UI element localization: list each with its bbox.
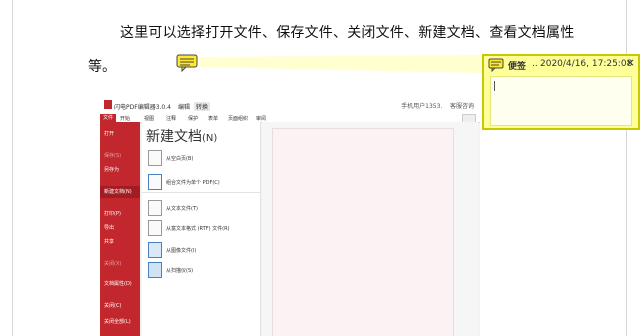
- file-sidebar: 打开 保存(S) 另存为 新建文档(N) 打印(P) 导出 共享 关闭(X) 文…: [100, 122, 140, 336]
- tab-page-organize[interactable]: 页面组织: [228, 115, 248, 122]
- app-logo-icon: [104, 100, 112, 109]
- note-author: 便签: [508, 62, 527, 72]
- sidebar-item-save-as[interactable]: 另存为: [104, 166, 119, 173]
- new-document-title-suffix: (N): [202, 133, 218, 144]
- app-user-area: 手机用户1353. 客服咨询: [401, 101, 474, 110]
- tab-protect[interactable]: 保护: [188, 115, 198, 122]
- new-document-title-text: 新建文档: [146, 129, 202, 145]
- preview-area: [262, 122, 478, 336]
- document-text-line2: 等。: [88, 59, 116, 75]
- user-name[interactable]: 手机用户1353.: [401, 103, 442, 110]
- sidebar-item-share[interactable]: 共享: [104, 238, 114, 245]
- app-title: 闪电PDF编辑器3.0.4: [114, 104, 171, 111]
- support-link[interactable]: 客服咨询: [450, 103, 474, 110]
- blank-page-icon: [148, 150, 162, 166]
- text-file-icon: [148, 200, 162, 216]
- option-from-rtf-label: 从富文本格式 (RTF) 文件(R): [166, 226, 230, 232]
- app-titlebar: 闪电PDF编辑器3.0.4 编辑 转换 手机用户1353. 客服咨询: [100, 96, 480, 114]
- option-from-text-label: 从文本文件(T): [166, 206, 198, 212]
- app-screenshot: 闪电PDF编辑器3.0.4 编辑 转换 手机用户1353. 客服咨询 文件 开始…: [100, 96, 480, 336]
- sidebar-item-properties[interactable]: 文档属性(D): [104, 280, 132, 287]
- note-timestamp: 2020/4/16, 17:25:08: [540, 59, 633, 69]
- new-document-panel: 新建文档(N) 从空白页(B) 组合文件为单个 PDF(C) 从文本文件(T) …: [142, 122, 261, 336]
- sidebar-item-new-document[interactable]: 新建文档(N): [100, 186, 140, 198]
- note-leader: [199, 55, 484, 73]
- sidebar-item-export[interactable]: 导出: [104, 224, 114, 231]
- tab-file[interactable]: 文件: [100, 114, 116, 122]
- image-file-icon: [148, 242, 162, 258]
- preview-page: [272, 128, 454, 336]
- option-from-scanner-label: 从扫描仪(S): [166, 268, 194, 274]
- option-combine-files-label: 组合文件为单个 PDF(C): [166, 180, 220, 186]
- menu-convert[interactable]: 转换: [194, 102, 211, 111]
- note-author-ellipsis: ..: [532, 59, 538, 69]
- close-icon[interactable]: ×: [626, 56, 635, 69]
- sticky-note-popup[interactable]: 便签 .. 2020/4/16, 17:25:08 ×: [482, 54, 640, 130]
- text-caret: [494, 81, 495, 91]
- tab-annotate[interactable]: 注释: [166, 115, 176, 122]
- sidebar-item-open[interactable]: 打开: [104, 130, 114, 137]
- tab-view[interactable]: 视图: [144, 115, 154, 122]
- sidebar-item-close[interactable]: 关闭(C): [104, 302, 121, 309]
- note-header[interactable]: 便签 .. 2020/4/16, 17:25:08 ×: [484, 56, 638, 74]
- sidebar-item-save[interactable]: 保存(S): [104, 152, 121, 159]
- note-text-area[interactable]: [490, 76, 632, 126]
- rtf-file-icon: [148, 220, 162, 236]
- sidebar-item-close-all[interactable]: 关闭全部(L): [104, 318, 131, 325]
- menu-edit[interactable]: 编辑: [178, 102, 190, 111]
- note-header-icon: [488, 58, 504, 72]
- sticky-note-icon[interactable]: [176, 54, 198, 72]
- combine-files-icon: [148, 174, 162, 190]
- option-blank-page-label: 从空白页(B): [166, 156, 194, 162]
- new-document-title: 新建文档(N): [146, 126, 217, 146]
- panel-divider: [142, 192, 260, 193]
- tab-review[interactable]: 审阅: [256, 115, 266, 122]
- tab-home[interactable]: 开始: [120, 115, 130, 122]
- tab-form[interactable]: 表单: [208, 115, 218, 122]
- document-text-line1: 这里可以选择打开文件、保存文件、关闭文件、新建文档、查看文档属性: [120, 25, 575, 41]
- scanner-icon: [148, 262, 162, 278]
- sidebar-item-print[interactable]: 打印(P): [104, 210, 121, 217]
- option-from-image-label: 从图像文件(I): [166, 248, 197, 254]
- sidebar-item-close-x[interactable]: 关闭(X): [104, 260, 121, 267]
